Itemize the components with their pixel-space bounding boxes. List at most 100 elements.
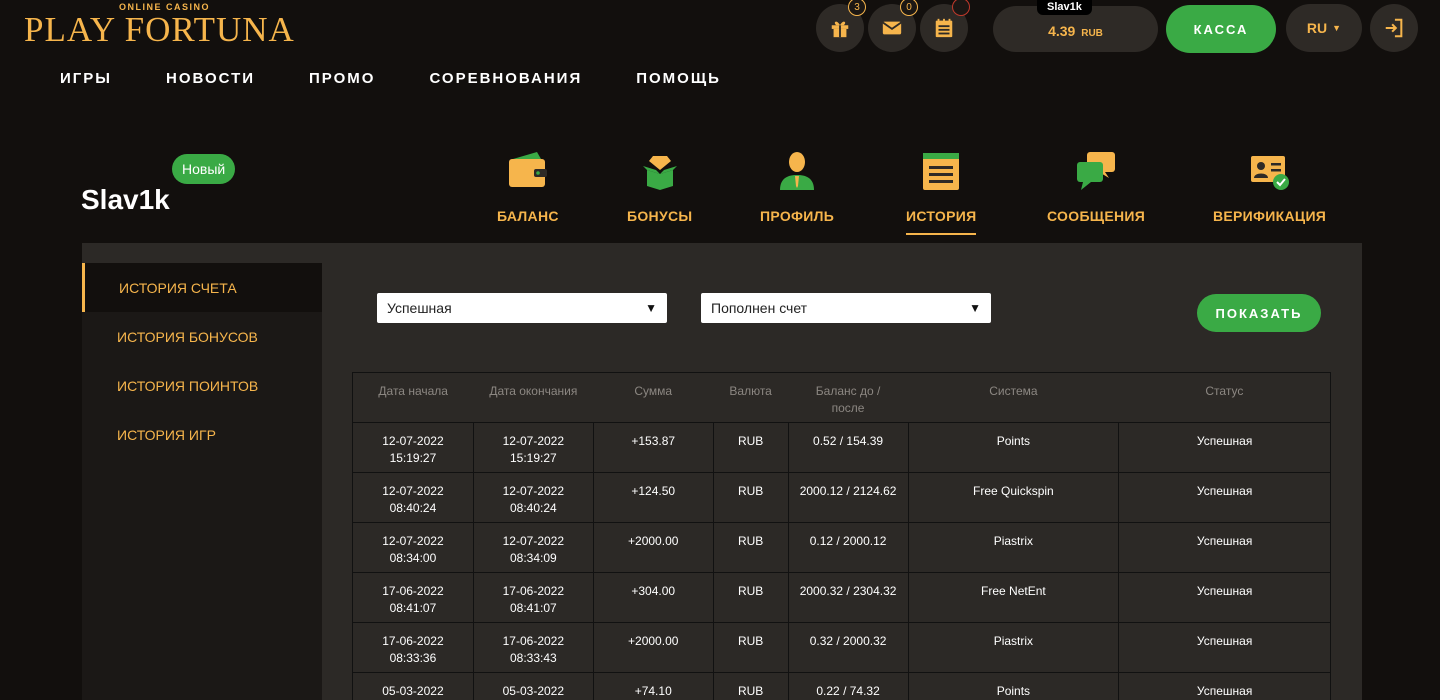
mail-button[interactable]: 0 [868, 0, 918, 52]
cell-currency: RUB [712, 572, 789, 623]
cell-status: Успешная [1118, 672, 1331, 700]
nav-help[interactable]: ПОМОЩЬ [636, 70, 721, 87]
wallet-icon [508, 152, 547, 187]
sidemenu-points-history[interactable]: ИСТОРИЯ ПОИНТОВ [82, 361, 322, 410]
dropdown-arrow-icon: ▼ [969, 301, 981, 315]
cell-start-date-text: 17-06-2022 [382, 634, 444, 648]
cell-end-date-text: 08:41:07 [509, 601, 557, 615]
status-filter-value: Успешная [387, 300, 452, 316]
cell-sum-text: +124.50 [631, 484, 676, 498]
table-row: 05-03-2022 05-03-2022 +74.10 RUB 0.22 / 74.3… [352, 672, 1331, 700]
tab-label: БАЛАНС [497, 208, 559, 224]
cell-end-date: 17-06-2022 08:41:07 [472, 572, 594, 623]
tab-history[interactable]: ИСТОРИЯ [906, 150, 977, 235]
cell-currency-text: RUB [737, 534, 764, 548]
cell-start-date-text: 12-07-2022 [382, 434, 444, 448]
balance-username: Slav1k [1037, 0, 1092, 15]
chat-icon [1077, 152, 1116, 190]
cell-start-date-text: 12-07-2022 [382, 484, 444, 498]
cell-sum-text: +2000.00 [628, 634, 679, 648]
cell-balance: 0.32 / 2000.32 [787, 622, 909, 673]
cell-end-date-text: 08:40:24 [509, 501, 557, 515]
table-row: 12-07-2022 15:19:27 12-07-2022 15:19:27 +153… [352, 422, 1331, 473]
cell-end-date: 05-03-2022 [472, 672, 594, 700]
balance-value: 4.39 [1048, 23, 1076, 39]
cell-currency: RUB [712, 672, 789, 700]
cell-start-date-text: 15:19:27 [389, 451, 437, 465]
cell-balance: 0.52 / 154.39 [787, 422, 909, 473]
cell-sum: +124.50 [592, 472, 714, 523]
table-header-row: Дата начала Дата окончания Сумма Валюта … [352, 372, 1331, 423]
logout-button[interactable] [1370, 4, 1418, 52]
cell-balance: 2000.32 / 2304.32 [787, 572, 909, 623]
col-system: Система [908, 372, 1119, 423]
cell-system-text: Points [996, 684, 1031, 698]
kassa-button[interactable]: КАССА [1166, 5, 1276, 53]
cell-end-date-text: 08:34:09 [509, 551, 557, 565]
logout-icon [1385, 18, 1403, 38]
cell-balance-text: 2000.32 / 2304.32 [799, 584, 897, 598]
type-filter-select[interactable]: Пополнен счет ▼ [701, 293, 991, 323]
gift-box-icon [642, 156, 677, 190]
col-balance: Баланс до / после [788, 372, 909, 423]
table-row: 12-07-2022 08:34:00 12-07-2022 08:34:09 +200… [352, 522, 1331, 573]
cell-currency-text: RUB [737, 484, 764, 498]
cell-start-date: 12-07-2022 08:40:24 [352, 472, 474, 523]
cell-status: Успешная [1118, 622, 1331, 673]
gift-count-badge: 3 [848, 0, 866, 16]
cell-sum-text: +74.10 [634, 684, 672, 698]
table-row: 12-07-2022 08:40:24 12-07-2022 08:40:24 +124… [352, 472, 1331, 523]
sidemenu-account-history[interactable]: ИСТОРИЯ СЧЕТА [82, 263, 322, 312]
tab-profile[interactable]: ПРОФИЛЬ [760, 150, 834, 233]
cell-system-text: Free Quickspin [973, 484, 1054, 498]
status-filter-select[interactable]: Успешная ▼ [377, 293, 667, 323]
sidemenu-games-history[interactable]: ИСТОРИЯ ИГР [82, 410, 322, 459]
cell-status: Успешная [1118, 472, 1331, 523]
col-end-date: Дата окончания [473, 372, 594, 423]
cell-balance-text: 0.52 / 154.39 [813, 434, 884, 448]
cell-system-text: Free NetEnt [981, 584, 1046, 598]
tab-messages[interactable]: СООБЩЕНИЯ [1047, 150, 1145, 233]
user-status-badge: Новый [172, 154, 236, 184]
cell-balance-text: 2000.12 / 2124.62 [799, 484, 897, 498]
language-selector[interactable]: RU ▼ [1286, 4, 1362, 52]
cell-end-date-text: 12-07-2022 [502, 484, 565, 498]
gift-button[interactable]: 3 [816, 0, 866, 52]
history-sidemenu: ИСТОРИЯ СЧЕТА ИСТОРИЯ БОНУСОВ ИСТОРИЯ ПО… [82, 263, 322, 700]
col-start-date: Дата начала [352, 372, 474, 423]
gift-icon [831, 21, 849, 38]
cell-balance-text: 0.12 / 2000.12 [809, 534, 887, 548]
col-sum: Сумма [593, 372, 714, 423]
tab-verification[interactable]: ВЕРИФИКАЦИЯ [1213, 150, 1326, 233]
logo[interactable]: ONLINE CASINO PLAY FORTUNA [24, 2, 294, 49]
cell-status-text: Успешная [1196, 634, 1253, 648]
nav-tournaments[interactable]: СОРЕВНОВАНИЯ [429, 70, 582, 87]
cell-start-date: 05-03-2022 [352, 672, 474, 700]
notepad-icon [923, 153, 960, 190]
cell-end-date: 12-07-2022 08:40:24 [472, 472, 594, 523]
balance-currency: RUB [1081, 28, 1103, 39]
type-filter-value: Пополнен счет [711, 300, 808, 316]
tab-label: БОНУСЫ [627, 208, 693, 224]
tab-label: ИСТОРИЯ [906, 208, 977, 235]
balance-amount: 4.39 RUB [993, 23, 1158, 39]
mail-count-badge: 0 [900, 0, 918, 16]
tab-bonuses[interactable]: БОНУСЫ [627, 150, 692, 233]
cell-end-date-text: 12-07-2022 [502, 434, 565, 448]
nav-games[interactable]: ИГРЫ [60, 70, 112, 87]
cell-status: Успешная [1118, 522, 1331, 573]
sidemenu-bonus-history[interactable]: ИСТОРИЯ БОНУСОВ [82, 312, 322, 361]
cell-system: Free NetEnt [907, 572, 1120, 623]
nav-promo[interactable]: ПРОМО [309, 70, 375, 87]
cell-status-text: Успешная [1196, 484, 1253, 498]
notepad-count-badge [952, 0, 970, 16]
balance-widget[interactable]: Slav1k 4.39 RUB [993, 0, 1158, 52]
logo-title: PLAY FORTUNA [24, 10, 295, 49]
notepad-button[interactable] [920, 0, 970, 52]
nav-news[interactable]: НОВОСТИ [166, 70, 255, 87]
show-button[interactable]: ПОКАЗАТЬ [1197, 294, 1321, 332]
cell-system: Free Quickspin [907, 472, 1120, 523]
tab-label: ВЕРИФИКАЦИЯ [1213, 208, 1327, 224]
cell-start-date-text: 08:33:36 [389, 651, 437, 665]
tab-balance[interactable]: БАЛАНС [497, 150, 559, 233]
